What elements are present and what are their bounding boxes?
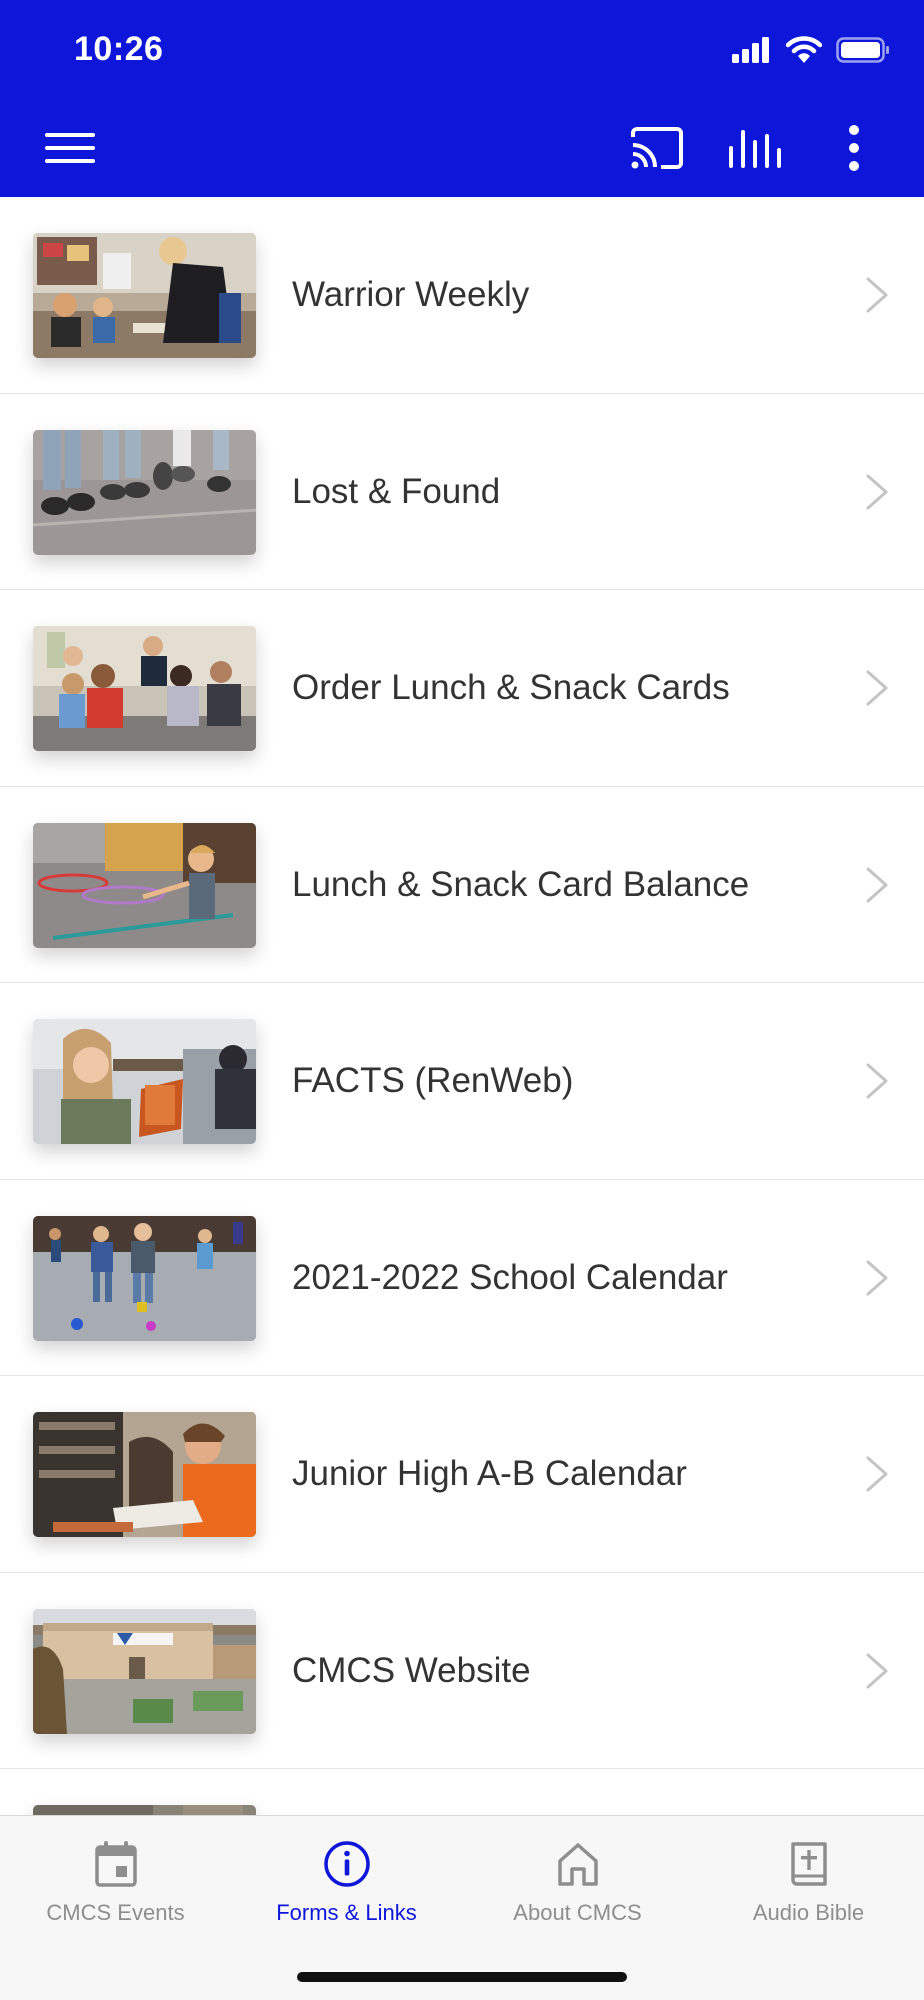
- status-time: 10:26: [74, 30, 164, 68]
- cast-button[interactable]: [622, 118, 692, 178]
- list-item-label: FACTS (RenWeb): [292, 1061, 574, 1100]
- wifi-icon: [786, 36, 822, 63]
- tab-label: Forms & Links: [276, 1900, 417, 1925]
- more-vertical-icon: [849, 125, 859, 171]
- list-item-order-lunch[interactable]: Order Lunch & Snack Cards: [0, 590, 924, 787]
- list-item-label: Lunch & Snack Card Balance: [292, 864, 750, 904]
- cellular-signal-icon: [732, 37, 769, 63]
- cast-icon: [631, 127, 683, 169]
- partial-photo: [33, 1805, 256, 1815]
- more-options-button[interactable]: [826, 118, 882, 178]
- school-building-photo: [33, 1608, 256, 1734]
- status-icons: [732, 36, 890, 64]
- info-icon: [323, 1841, 370, 1887]
- battery-icon: [836, 37, 889, 63]
- chevron-right-icon: [866, 277, 888, 313]
- list-item-label: Warrior Weekly: [292, 275, 530, 314]
- list-item-school-calendar[interactable]: 2021-2022 School Calendar: [0, 1179, 924, 1376]
- chevron-right-icon: [866, 474, 888, 509]
- tab-forms-links[interactable]: Forms & Links: [231, 1834, 462, 1944]
- status-bar: 10:26: [0, 0, 924, 100]
- tab-label: About CMCS: [513, 1900, 642, 1925]
- tab-cmcs-events[interactable]: CMCS Events: [0, 1834, 231, 1944]
- menu-button[interactable]: [30, 120, 110, 176]
- forms-links-list: Warrior Weekly Lost & Found Order Lunch …: [0, 197, 924, 1815]
- tab-about-cmcs[interactable]: About CMCS: [462, 1834, 693, 1944]
- list-item-label: Junior High A-B Calendar: [292, 1454, 687, 1493]
- hula-hoop-photo: [33, 822, 256, 948]
- chevron-right-icon: [866, 1456, 888, 1492]
- chevron-right-icon: [866, 867, 888, 902]
- sneakers-photo: [33, 429, 256, 555]
- chevron-right-icon: [866, 670, 888, 706]
- bible-icon: [790, 1842, 827, 1886]
- list-item-website[interactable]: CMCS Website: [0, 1572, 924, 1769]
- playground-photo: [33, 1215, 256, 1341]
- chevron-right-icon: [866, 1653, 888, 1688]
- calendar-icon: [94, 1841, 137, 1887]
- tab-audio-bible[interactable]: Audio Bible: [693, 1834, 924, 1944]
- list-item-warrior-weekly[interactable]: Warrior Weekly: [0, 197, 924, 394]
- list-item-label: Order Lunch & Snack Cards: [292, 668, 730, 707]
- tab-label: CMCS Events: [46, 1900, 185, 1925]
- list-item-lost-found[interactable]: Lost & Found: [0, 393, 924, 590]
- tab-label: Audio Bible: [752, 1900, 865, 1925]
- app-bar: [0, 100, 924, 197]
- chevron-right-icon: [866, 1063, 888, 1099]
- list-item-facts[interactable]: FACTS (RenWeb): [0, 983, 924, 1180]
- list-item-card-balance[interactable]: Lunch & Snack Card Balance: [0, 786, 924, 983]
- menu-icon: [45, 133, 95, 163]
- students-table-photo: [33, 626, 256, 751]
- student-book-photo: [33, 1412, 256, 1537]
- home-indicator: [297, 1972, 627, 1982]
- list-item-label: 2021-2022 School Calendar: [292, 1257, 728, 1297]
- list-item-label: Lost & Found: [292, 471, 501, 511]
- home-icon: [557, 1843, 598, 1886]
- classroom-photo: [33, 233, 256, 358]
- student-reading-photo: [33, 1019, 256, 1144]
- chevron-right-icon: [866, 1260, 888, 1295]
- list-item-ab-calendar[interactable]: Junior High A-B Calendar: [0, 1376, 924, 1573]
- stats-button[interactable]: [720, 118, 790, 178]
- stats-icon: [729, 130, 781, 168]
- list-item-label: CMCS Website: [292, 1650, 531, 1690]
- list-item-partial[interactable]: [0, 1769, 924, 1815]
